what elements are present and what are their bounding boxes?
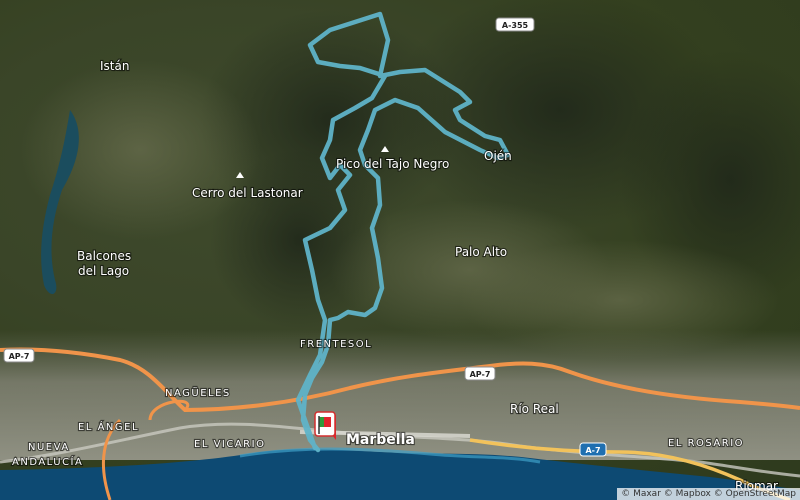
svg-text:A-7: A-7	[585, 446, 600, 455]
label-rio-real: Río Real	[510, 402, 559, 416]
label-el-angel: EL ÁNGEL	[78, 420, 139, 433]
map-canvas[interactable]: Istán Cerro del Lastonar Pico del Tajo N…	[0, 0, 800, 500]
label-balcones-2: del Lago	[78, 264, 129, 278]
label-el-rosario: EL ROSARIO	[668, 438, 744, 449]
road-shield-ap7-center: AP-7	[464, 366, 496, 381]
satellite-imagery: Istán Cerro del Lastonar Pico del Tajo N…	[0, 0, 800, 500]
label-ojen: Ojén	[484, 149, 512, 163]
label-balcones-1: Balcones	[77, 249, 131, 263]
label-nueva-1: NUEVA	[28, 442, 70, 453]
svg-text:AP-7: AP-7	[9, 352, 30, 361]
road-shield-a355: A-355	[495, 17, 535, 32]
road-shield-a7: A-7	[579, 442, 607, 457]
label-palo-alto: Palo Alto	[455, 245, 507, 259]
label-cerro-lastonar: Cerro del Lastonar	[192, 186, 303, 200]
svg-text:A-355: A-355	[502, 21, 529, 30]
label-pico-tajo-negro: Pico del Tajo Negro	[336, 157, 449, 171]
svg-text:AP-7: AP-7	[470, 370, 491, 379]
label-istan: Istán	[100, 59, 129, 73]
label-el-vicario: EL VICARIO	[194, 439, 265, 450]
label-fuente-sol: FRENTESOL	[300, 339, 372, 350]
route-start-end-marker[interactable]	[314, 411, 336, 440]
map-attribution[interactable]: © Maxar © Mapbox © OpenStreetMap	[617, 488, 800, 500]
label-nagueles: NAGÜELES	[165, 386, 231, 399]
label-marbella: Marbella	[346, 432, 415, 448]
label-nueva-2: ANDALUCÍA	[12, 455, 83, 468]
road-shield-ap7-left: AP-7	[3, 348, 35, 363]
